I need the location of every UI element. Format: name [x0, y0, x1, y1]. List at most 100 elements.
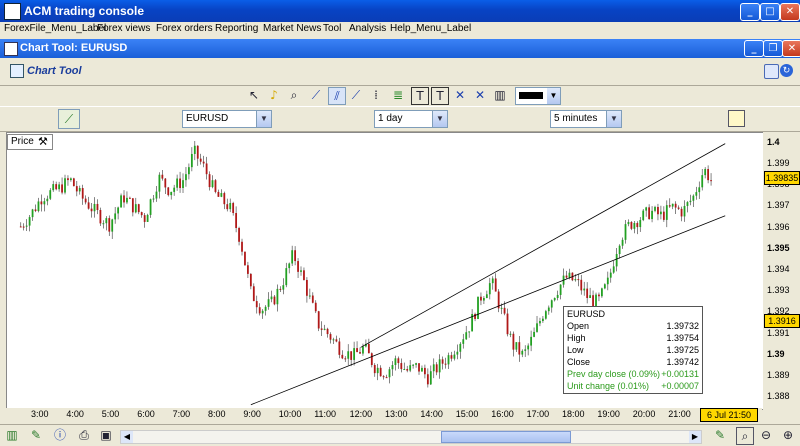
candle-body	[267, 299, 270, 307]
pointer-icon[interactable]: ↖	[246, 87, 262, 103]
candle-body	[409, 365, 412, 371]
candle-body	[648, 207, 651, 220]
interval-select[interactable]: 5 minutes ▼	[550, 110, 622, 128]
crosshair-icon[interactable]: ✕	[472, 87, 488, 103]
app-titlebar: ACM trading console _ □ ✕	[0, 0, 800, 22]
delete-icon[interactable]: ▥	[492, 87, 508, 103]
chart-window-icon	[4, 42, 18, 56]
time-tick-label: 12:00	[349, 409, 373, 419]
print-icon[interactable]: ⎙	[76, 427, 92, 443]
candle-body	[704, 169, 707, 176]
maximize-button[interactable]: □	[760, 3, 780, 21]
zoom-in-icon[interactable]: ⊕	[780, 427, 796, 443]
time-scrollbar[interactable]: ◀ ▶	[120, 430, 702, 444]
price-label-text: Price	[11, 136, 34, 147]
close-button[interactable]: ✕	[780, 3, 800, 21]
candle-body	[314, 302, 317, 312]
menu-help[interactable]: Help_Menu_Label	[390, 23, 471, 34]
panel-settings-icon[interactable]	[764, 64, 779, 79]
scroll-right-icon[interactable]: ▶	[689, 431, 701, 443]
candle-body	[72, 178, 75, 187]
menu-forex-views[interactable]: Forex views	[97, 23, 150, 34]
zoom-fit-icon[interactable]: ⌕	[736, 427, 754, 445]
panel-refresh-icon[interactable]: ↻	[780, 64, 793, 77]
menu-forexfile[interactable]: ForexFile_Menu_Label	[4, 23, 106, 34]
candle-body	[456, 351, 459, 355]
analysis-icon[interactable]: ✎	[712, 427, 728, 443]
candle-body	[488, 283, 491, 295]
candle-body	[483, 298, 485, 301]
minimize-button[interactable]: _	[740, 3, 760, 21]
zoom-icon[interactable]: ⌕	[286, 87, 302, 103]
scroll-left-icon[interactable]: ◀	[121, 431, 133, 443]
analysis-tool-icon[interactable]: ⟋	[58, 109, 80, 129]
tooltip-high-row: High 1.39754	[567, 333, 699, 345]
child-close-button[interactable]: ✕	[782, 40, 800, 57]
candle-body	[49, 190, 52, 199]
symbol-select[interactable]: EURUSD ▼	[182, 110, 272, 128]
candle-body	[306, 279, 308, 296]
candle-body	[651, 210, 653, 220]
candle-body	[350, 351, 353, 360]
candle-body	[683, 205, 686, 217]
indicators-icon[interactable]: ✎	[28, 427, 44, 443]
zoom-out-icon[interactable]: ⊖	[758, 427, 774, 443]
candle-body	[595, 294, 597, 307]
menu-market-news[interactable]: Market News	[263, 23, 321, 34]
candle-body	[506, 313, 509, 335]
lines-icon[interactable]: ✕	[452, 87, 468, 103]
candle-body	[320, 328, 323, 330]
candle-body	[680, 208, 683, 217]
wrench-icon[interactable]: ⚒	[38, 135, 48, 148]
vertical-line-icon[interactable]: ⁞	[368, 87, 384, 103]
candle-body	[261, 310, 264, 314]
candle-body	[559, 284, 562, 295]
candle-body	[668, 205, 671, 207]
alert-bell-icon[interactable]: ♪	[266, 87, 282, 103]
candle-body	[338, 341, 341, 355]
menu-analysis[interactable]: Analysis	[349, 23, 386, 34]
candle-body	[485, 294, 488, 299]
scroll-thumb[interactable]	[441, 431, 571, 443]
time-tick-label: 8:00	[208, 409, 226, 419]
candle-body	[323, 328, 326, 330]
text-box-icon[interactable]: T	[431, 87, 449, 105]
tooltip-value: 1.39742	[666, 357, 699, 367]
chart-type-icon[interactable]: ▥	[4, 427, 20, 443]
candle-body	[84, 198, 87, 203]
period-select[interactable]: 1 day ▼	[374, 110, 448, 128]
info-icon[interactable]: ⓘ	[52, 427, 68, 443]
candle-body	[279, 288, 282, 290]
text-icon[interactable]: T	[411, 87, 429, 105]
chart-options-icon[interactable]	[728, 110, 745, 127]
time-tick-label: 15:00	[455, 409, 479, 419]
horizontal-line-icon[interactable]: ⟋	[348, 87, 364, 103]
save-icon[interactable]: ▣	[98, 427, 114, 443]
candle-body	[114, 213, 117, 220]
menu-reporting[interactable]: Reporting	[215, 23, 258, 34]
candle-body	[553, 297, 556, 301]
candle-body	[441, 359, 444, 364]
candle-body	[612, 266, 615, 273]
child-restore-button[interactable]: ❐	[763, 40, 783, 57]
candle-body	[710, 180, 712, 182]
tooltip-value: +0.00007	[661, 381, 699, 391]
menu-forex-orders[interactable]: Forex orders	[156, 23, 213, 34]
fibonacci-icon[interactable]: ≣	[390, 87, 406, 103]
child-minimize-button[interactable]: _	[744, 40, 764, 57]
line-color-select[interactable]: ▼	[515, 87, 561, 105]
menu-tool[interactable]: Tool	[323, 23, 341, 34]
candle-body	[660, 211, 662, 215]
candle-body	[126, 197, 128, 203]
chart-window-title: Chart Tool: EURUSD	[20, 42, 128, 54]
candle-body	[633, 222, 636, 229]
candle-body	[677, 207, 680, 209]
candle-body	[382, 376, 385, 378]
trendline-icon[interactable]: ⟋	[308, 87, 324, 103]
candle-body	[111, 219, 114, 232]
channel-icon[interactable]: ⫽	[328, 87, 346, 105]
candle-body	[220, 193, 223, 197]
candle-body	[176, 178, 179, 188]
candle-body	[701, 175, 704, 188]
tooltip-key: High	[567, 333, 586, 343]
